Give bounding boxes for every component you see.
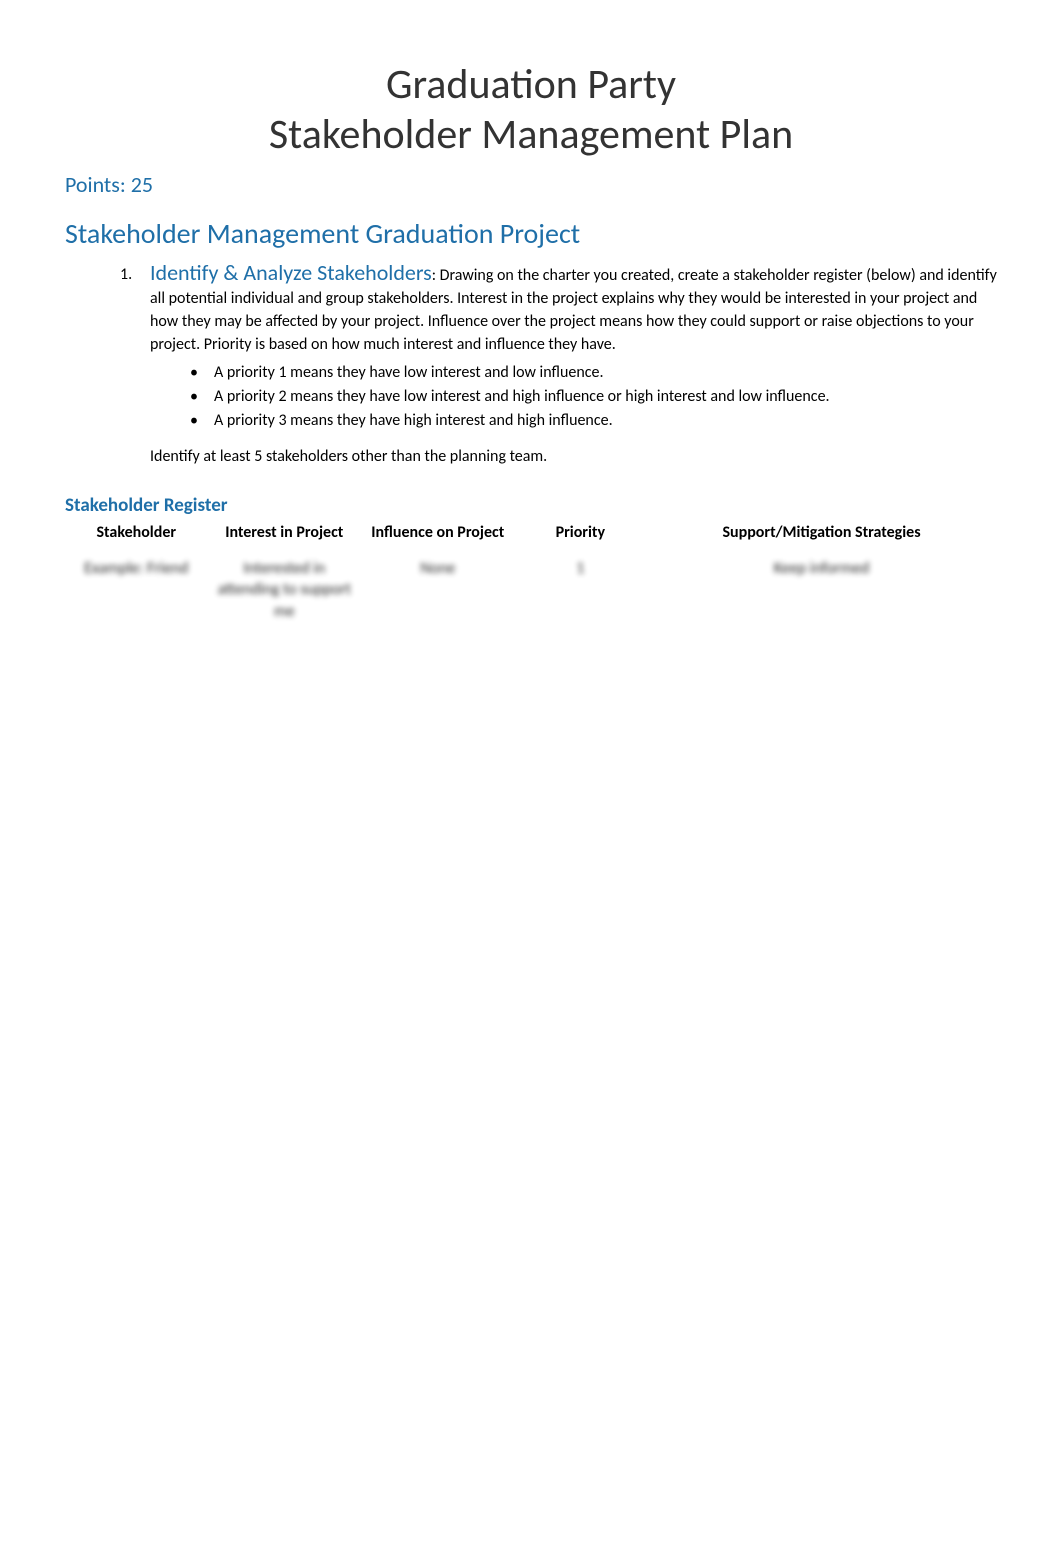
cell-priority: 1: [515, 552, 647, 647]
list-content: Identify & Analyze Stakeholders: Drawing…: [150, 259, 997, 486]
header-priority: Priority: [515, 519, 647, 552]
bullet-text: A priority 1 means they have low interes…: [214, 361, 604, 385]
list-item-1: 1. Identify & Analyze Stakeholders: Draw…: [120, 259, 997, 486]
closing-text: Identify at least 5 stakeholders other t…: [150, 445, 997, 468]
table-header-row: Stakeholder Interest in Project Influenc…: [65, 519, 997, 552]
bullet-dot-icon: •: [190, 385, 214, 409]
cell-interest: Interested in attending to support me: [208, 552, 362, 647]
bullet-list: • A priority 1 means they have low inter…: [150, 361, 997, 433]
section-heading: Stakeholder Management Graduation Projec…: [65, 216, 997, 251]
register-heading: Stakeholder Register: [65, 494, 997, 517]
title-line-1: Graduation Party: [386, 59, 676, 110]
header-support: Support/Mitigation Strategies: [646, 519, 997, 552]
cell-stakeholder: Example: Friend: [65, 552, 208, 647]
title-line-2: Stakeholder Management Plan: [269, 109, 793, 160]
bullet-item: • A priority 2 means they have low inter…: [190, 385, 997, 409]
document-title: Graduation Party Stakeholder Management …: [65, 60, 997, 161]
bullet-dot-icon: •: [190, 361, 214, 385]
bullet-item: • A priority 1 means they have low inter…: [190, 361, 997, 385]
points-label: Points: 25: [65, 171, 997, 198]
bullet-text: A priority 2 means they have low interes…: [214, 385, 830, 409]
stakeholder-register-table: Stakeholder Interest in Project Influenc…: [65, 519, 997, 647]
cell-influence: None: [361, 552, 515, 647]
bullet-dot-icon: •: [190, 409, 214, 433]
numbered-list: 1. Identify & Analyze Stakeholders: Draw…: [65, 259, 997, 486]
header-influence: Influence on Project: [361, 519, 515, 552]
header-stakeholder: Stakeholder: [65, 519, 208, 552]
header-interest: Interest in Project: [208, 519, 362, 552]
table-row: Example: Friend Interested in attending …: [65, 552, 997, 647]
bullet-item: • A priority 3 means they have high inte…: [190, 409, 997, 433]
item-heading: Identify & Analyze Stakeholders: [150, 259, 432, 286]
list-number: 1.: [120, 259, 150, 486]
bullet-text: A priority 3 means they have high intere…: [214, 409, 613, 433]
cell-support: Keep informed: [646, 552, 997, 647]
